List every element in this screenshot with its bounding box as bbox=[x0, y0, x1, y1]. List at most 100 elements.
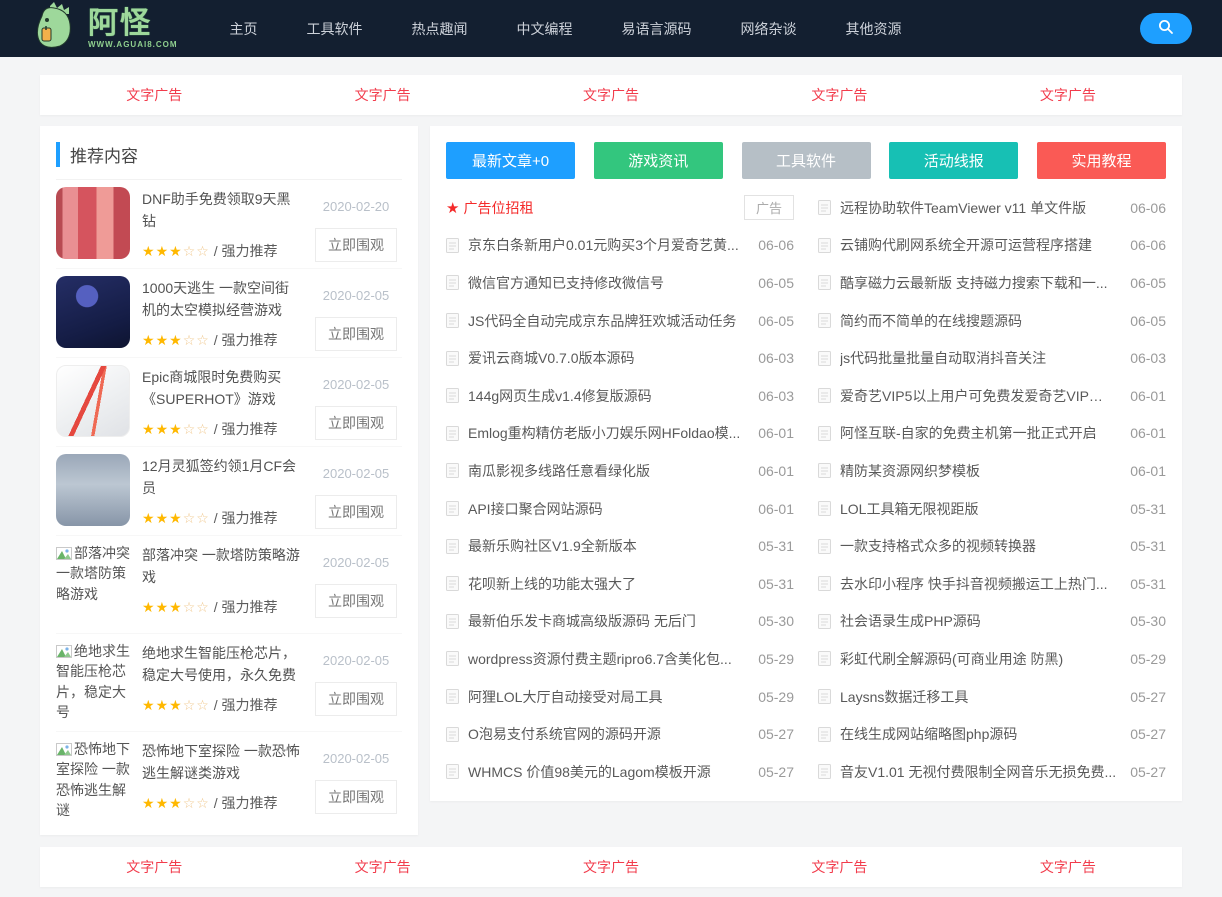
article-title[interactable]: Laysns数据迁移工具 bbox=[840, 687, 1116, 707]
article-row[interactable]: 阿狸LOL大厅自动接受对局工具 05-29 bbox=[446, 678, 794, 716]
article-row[interactable]: 音友V1.01 无视付费限制全网音乐无损免费... 05-27 bbox=[818, 753, 1166, 791]
article-row[interactable]: 南瓜影视多线路任意看绿化版 06-01 bbox=[446, 452, 794, 490]
recommended-item[interactable]: 12月灵狐签约领1月CF会员 ★★★☆☆ / 强力推荐 2020-02-05 立… bbox=[56, 447, 402, 536]
recommended-item-title[interactable]: 1000天逃生 一款空间街机的太空模拟经营游戏 bbox=[142, 278, 300, 321]
article-thumbnail[interactable] bbox=[56, 276, 130, 348]
article-title[interactable]: 音友V1.01 无视付费限制全网音乐无损免费... bbox=[840, 762, 1116, 782]
text-ad-link[interactable]: 文字广告 bbox=[811, 859, 867, 875]
nav-item[interactable]: 中文编程 bbox=[517, 19, 573, 39]
recommended-item[interactable]: 恐怖地下室探险 一款恐怖逃生解谜 恐怖地下室探险 一款恐怖逃生解谜类游戏 ★★★… bbox=[56, 732, 402, 829]
category-button[interactable]: 实用教程 bbox=[1037, 142, 1166, 179]
category-button[interactable]: 工具软件 bbox=[741, 142, 871, 179]
category-button[interactable]: 游戏资讯 bbox=[593, 142, 723, 179]
text-ad-link[interactable]: 文字广告 bbox=[1040, 859, 1096, 875]
article-title[interactable]: 去水印小程序 快手抖音视频搬运工上热门... bbox=[840, 574, 1116, 594]
article-title[interactable]: 144g网页生成v1.4修复版源码 bbox=[468, 386, 744, 406]
text-ad-link[interactable]: 文字广告 bbox=[583, 87, 639, 103]
view-now-button[interactable]: 立即围观 bbox=[315, 228, 397, 262]
article-title[interactable]: wordpress资源付费主题ripro6.7含美化包... bbox=[468, 649, 744, 669]
article-title[interactable]: 云铺购代刷网系统全开源可运营程序搭建 bbox=[840, 235, 1116, 255]
article-row[interactable]: 简约而不简单的在线搜题源码 06-05 bbox=[818, 302, 1166, 340]
text-ad-link[interactable]: 文字广告 bbox=[811, 87, 867, 103]
article-title[interactable]: 酷享磁力云最新版 支持磁力搜索下载和一... bbox=[840, 273, 1116, 293]
recommended-item-title[interactable]: Epic商城限时免费购买《SUPERHOT》游戏 bbox=[142, 367, 300, 410]
nav-item[interactable]: 易语言源码 bbox=[622, 19, 692, 39]
article-title[interactable]: 爱讯云商城V0.7.0版本源码 bbox=[468, 348, 744, 368]
article-title[interactable]: 微信官方通知已支持修改微信号 bbox=[468, 273, 744, 293]
article-thumbnail[interactable]: 恐怖地下室探险 一款恐怖逃生解谜 bbox=[56, 739, 130, 823]
article-row[interactable]: Emlog重构精仿老版小刀娱乐网HFoldao模... 06-01 bbox=[446, 415, 794, 453]
article-title[interactable]: 最新伯乐发卡商城高级版源码 无后门 bbox=[468, 611, 744, 631]
article-title[interactable]: 精防某资源网织梦模板 bbox=[840, 461, 1116, 481]
ad-slot-label[interactable]: 广告位招租 bbox=[463, 198, 730, 218]
article-row[interactable]: 最新伯乐发卡商城高级版源码 无后门 05-30 bbox=[446, 603, 794, 641]
view-now-button[interactable]: 立即围观 bbox=[315, 780, 397, 814]
article-row[interactable]: 花呗新上线的功能太强大了 05-31 bbox=[446, 565, 794, 603]
recommended-item[interactable]: Epic商城限时免费购买《SUPERHOT》游戏 ★★★☆☆ / 强力推荐 20… bbox=[56, 358, 402, 447]
category-button[interactable]: 最新文章+0 bbox=[446, 142, 575, 179]
article-title[interactable]: 一款支持格式众多的视频转换器 bbox=[840, 536, 1116, 556]
article-title[interactable]: 南瓜影视多线路任意看绿化版 bbox=[468, 461, 744, 481]
article-title[interactable]: JS代码全自动完成京东品牌狂欢城活动任务 bbox=[468, 311, 744, 331]
article-row[interactable]: 去水印小程序 快手抖音视频搬运工上热门... 05-31 bbox=[818, 565, 1166, 603]
ad-slot-row[interactable]: ★ 广告位招租 广告 bbox=[446, 189, 794, 227]
search-button[interactable] bbox=[1140, 13, 1192, 44]
recommended-item[interactable]: 部落冲突 一款塔防策略游戏 部落冲突 一款塔防策略游戏 ★★★☆☆ / 强力推荐… bbox=[56, 536, 402, 634]
recommended-item-title[interactable]: DNF助手免费领取9天黑钻 bbox=[142, 189, 300, 232]
article-thumbnail[interactable]: 绝地求生智能压枪芯片，稳定大号 bbox=[56, 641, 130, 725]
text-ad-link[interactable]: 文字广告 bbox=[126, 859, 182, 875]
text-ad-link[interactable]: 文字广告 bbox=[355, 87, 411, 103]
nav-item[interactable]: 工具软件 bbox=[307, 19, 363, 39]
article-row[interactable]: 最新乐购社区V1.9全新版本 05-31 bbox=[446, 527, 794, 565]
article-row[interactable]: 精防某资源网织梦模板 06-01 bbox=[818, 452, 1166, 490]
view-now-button[interactable]: 立即围观 bbox=[315, 682, 397, 716]
article-title[interactable]: 社会语录生成PHP源码 bbox=[840, 611, 1116, 631]
article-thumbnail[interactable]: 部落冲突 一款塔防策略游戏 bbox=[56, 543, 130, 627]
article-row[interactable]: 爱讯云商城V0.7.0版本源码 06-03 bbox=[446, 339, 794, 377]
article-thumbnail[interactable] bbox=[56, 454, 130, 526]
article-title[interactable]: API接口聚合网站源码 bbox=[468, 499, 744, 519]
article-row[interactable]: 云铺购代刷网系统全开源可运营程序搭建 06-06 bbox=[818, 227, 1166, 265]
recommended-item[interactable]: 1000天逃生 一款空间街机的太空模拟经营游戏 ★★★☆☆ / 强力推荐 202… bbox=[56, 269, 402, 358]
article-row[interactable]: 微信官方通知已支持修改微信号 06-05 bbox=[446, 264, 794, 302]
article-title[interactable]: Emlog重构精仿老版小刀娱乐网HFoldao模... bbox=[468, 423, 744, 443]
site-logo[interactable]: 阿怪 WWW.AGUAI8.COM bbox=[30, 2, 178, 55]
nav-item[interactable]: 主页 bbox=[230, 19, 258, 39]
view-now-button[interactable]: 立即围观 bbox=[315, 584, 397, 618]
article-row[interactable]: LOL工具箱无限视距版 05-31 bbox=[818, 490, 1166, 528]
article-title[interactable]: O泡易支付系统官网的源码开源 bbox=[468, 724, 744, 744]
article-thumbnail[interactable] bbox=[56, 365, 130, 437]
article-title[interactable]: 阿怪互联-自家的免费主机第一批正式开启 bbox=[840, 423, 1116, 443]
article-row[interactable]: WHMCS 价值98美元的Lagom模板开源 05-27 bbox=[446, 753, 794, 791]
article-row[interactable]: 阿怪互联-自家的免费主机第一批正式开启 06-01 bbox=[818, 415, 1166, 453]
recommended-item-title[interactable]: 部落冲突 一款塔防策略游戏 bbox=[142, 545, 300, 588]
article-row[interactable]: 社会语录生成PHP源码 05-30 bbox=[818, 603, 1166, 641]
article-row[interactable]: 爱奇艺VIP5以上用户可免费发爱奇艺VIP红包 06-01 bbox=[818, 377, 1166, 415]
article-title[interactable]: WHMCS 价值98美元的Lagom模板开源 bbox=[468, 762, 744, 782]
article-row[interactable]: 一款支持格式众多的视频转换器 05-31 bbox=[818, 527, 1166, 565]
nav-item[interactable]: 热点趣闻 bbox=[412, 19, 468, 39]
article-row[interactable]: 在线生成网站缩略图php源码 05-27 bbox=[818, 715, 1166, 753]
article-title[interactable]: js代码批量批量自动取消抖音关注 bbox=[840, 348, 1116, 368]
article-row[interactable]: 彩虹代刷全解源码(可商业用途 防黑) 05-29 bbox=[818, 640, 1166, 678]
article-title[interactable]: LOL工具箱无限视距版 bbox=[840, 499, 1116, 519]
text-ad-link[interactable]: 文字广告 bbox=[1040, 87, 1096, 103]
article-row[interactable]: 远程协助软件TeamViewer v11 单文件版 06-06 bbox=[818, 189, 1166, 227]
article-row[interactable]: O泡易支付系统官网的源码开源 05-27 bbox=[446, 715, 794, 753]
article-thumbnail[interactable] bbox=[56, 187, 130, 259]
article-row[interactable]: 144g网页生成v1.4修复版源码 06-03 bbox=[446, 377, 794, 415]
article-title[interactable]: 花呗新上线的功能太强大了 bbox=[468, 574, 744, 594]
recommended-item-title[interactable]: 12月灵狐签约领1月CF会员 bbox=[142, 456, 300, 499]
article-title[interactable]: 京东白条新用户0.01元购买3个月爱奇艺黄... bbox=[468, 235, 744, 255]
view-now-button[interactable]: 立即围观 bbox=[315, 406, 397, 440]
recommended-item-title[interactable]: 恐怖地下室探险 一款恐怖逃生解谜类游戏 bbox=[142, 741, 300, 784]
article-title[interactable]: 彩虹代刷全解源码(可商业用途 防黑) bbox=[840, 649, 1116, 669]
text-ad-link[interactable]: 文字广告 bbox=[126, 87, 182, 103]
article-title[interactable]: 在线生成网站缩略图php源码 bbox=[840, 724, 1116, 744]
article-row[interactable]: 京东白条新用户0.01元购买3个月爱奇艺黄... 06-06 bbox=[446, 227, 794, 265]
article-row[interactable]: js代码批量批量自动取消抖音关注 06-03 bbox=[818, 339, 1166, 377]
recommended-item-title[interactable]: 绝地求生智能压枪芯片，稳定大号使用，永久免费 bbox=[142, 643, 300, 686]
nav-item[interactable]: 网络杂谈 bbox=[741, 19, 797, 39]
view-now-button[interactable]: 立即围观 bbox=[315, 495, 397, 529]
article-title[interactable]: 爱奇艺VIP5以上用户可免费发爱奇艺VIP红包 bbox=[840, 386, 1116, 406]
